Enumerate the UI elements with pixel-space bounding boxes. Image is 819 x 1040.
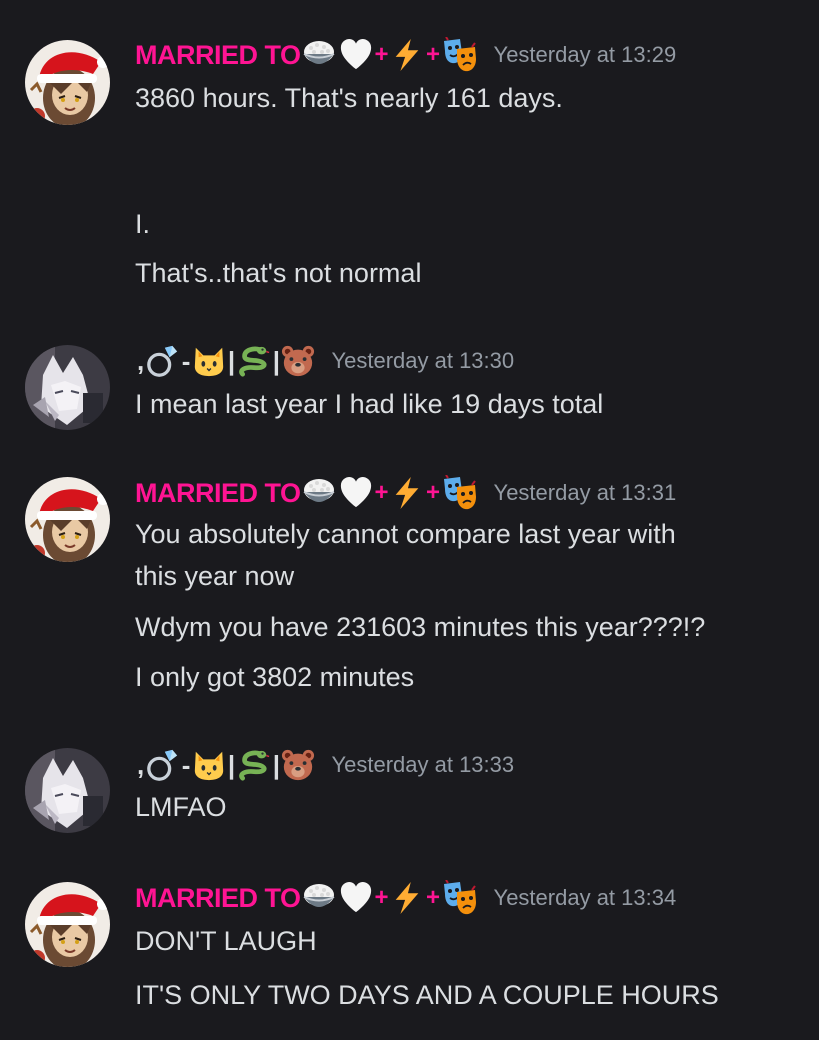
bear-emoji-icon [281, 344, 315, 378]
message-text: I. [135, 209, 151, 239]
message-text: Wdym you have 231603 minutes this year??… [135, 612, 706, 642]
username-bar: | [227, 345, 235, 376]
plus-sign: + [374, 41, 389, 68]
username-bar: | [272, 345, 280, 376]
white-heart-emoji-icon [339, 38, 373, 72]
bear-emoji-icon [281, 748, 315, 782]
performing-arts-emoji-icon [442, 880, 478, 916]
message-timestamp[interactable]: Yesterday at 13:33 [331, 752, 514, 778]
rice-bowl-emoji-icon [301, 37, 337, 73]
ring-emoji-icon [146, 344, 180, 378]
performing-arts-emoji-icon [442, 475, 478, 511]
message-timestamp[interactable]: Yesterday at 13:34 [494, 885, 677, 911]
lightning-emoji-icon [390, 38, 424, 72]
ring-emoji-icon [146, 748, 180, 782]
user-avatar[interactable] [25, 40, 110, 125]
snake-emoji-icon [237, 748, 271, 782]
message-text: I only got 3802 minutes [135, 662, 415, 692]
plus-sign: + [374, 884, 389, 911]
username-bar: | [227, 749, 235, 780]
performing-arts-emoji-icon [442, 37, 478, 73]
username-comma: , [137, 749, 144, 780]
message-timestamp[interactable]: Yesterday at 13:30 [331, 348, 514, 374]
user-avatar[interactable] [25, 882, 110, 967]
message-timestamp[interactable]: Yesterday at 13:29 [494, 42, 677, 68]
white-heart-emoji-icon [339, 476, 373, 510]
username[interactable]: MARRIED TO + + [135, 880, 478, 916]
plus-sign: + [426, 41, 440, 68]
message-text: LMFAO [135, 792, 227, 822]
user-avatar[interactable] [25, 477, 110, 562]
message-header: MARRIED TO + + Yesterday at 13:29 [135, 35, 676, 75]
username[interactable]: MARRIED TO + + [135, 37, 478, 73]
username-comma: , [137, 345, 144, 376]
lightning-emoji-icon [390, 476, 424, 510]
username[interactable]: , - | | [135, 344, 315, 378]
username-dash: - [181, 749, 191, 780]
lightning-emoji-icon [390, 881, 424, 915]
white-heart-emoji-icon [339, 881, 373, 915]
plus-sign: + [426, 884, 440, 911]
username-text: MARRIED TO [135, 477, 301, 508]
plus-sign: + [374, 479, 389, 506]
username-text: MARRIED TO [135, 39, 301, 70]
message-header: , - | | Yesterday at 13:30 [135, 341, 514, 381]
plus-sign: + [426, 479, 440, 506]
message-text: You absolutely cannot compare last year … [135, 519, 676, 549]
message-header: , - | | Yesterday at 13:33 [135, 745, 514, 785]
username[interactable]: MARRIED TO + + [135, 475, 478, 511]
user-avatar[interactable] [25, 748, 110, 833]
message-text: I mean last year I had like 19 days tota… [135, 389, 604, 419]
message-header: MARRIED TO + + Yesterday at 13:34 [135, 878, 676, 918]
snake-emoji-icon [237, 344, 271, 378]
message-header: MARRIED TO + + Yesterday at 13:31 [135, 473, 676, 513]
username-dash: - [181, 345, 191, 376]
username-bar: | [272, 749, 280, 780]
cat-emoji-icon [192, 748, 226, 782]
username[interactable]: , - | | [135, 748, 315, 782]
user-avatar[interactable] [25, 345, 110, 430]
rice-bowl-emoji-icon [301, 880, 337, 916]
message-text: That's..that's not normal [135, 258, 422, 288]
message-timestamp[interactable]: Yesterday at 13:31 [494, 480, 677, 506]
message-text: this year now [135, 561, 295, 591]
rice-bowl-emoji-icon [301, 475, 337, 511]
cat-emoji-icon [192, 344, 226, 378]
message-text: IT'S ONLY TWO DAYS AND A COUPLE HOURS [135, 980, 719, 1010]
message-text: DON'T LAUGH [135, 926, 317, 956]
message-text: 3860 hours. That's nearly 161 days. [135, 83, 563, 113]
username-text: MARRIED TO [135, 882, 301, 913]
